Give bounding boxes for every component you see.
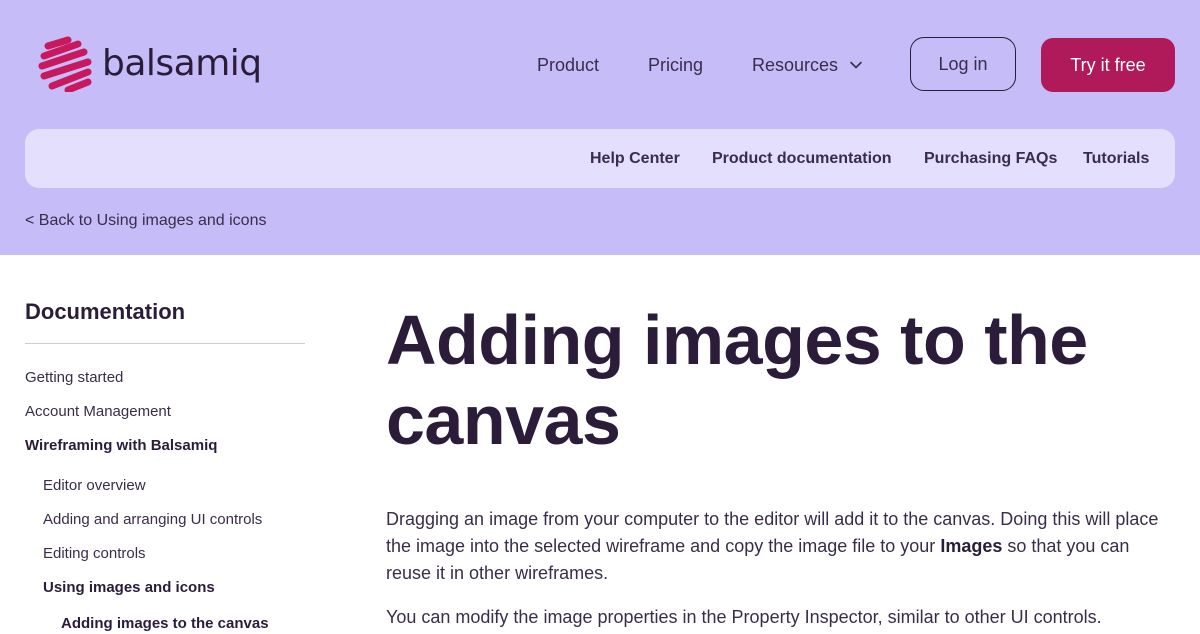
images-emphasis: Images [940,536,1003,556]
login-button[interactable]: Log in [910,37,1016,91]
sidebar-item-adding-images[interactable]: Adding images to the canvas [61,614,269,634]
sidebar-item-editing-controls[interactable]: Editing controls [43,544,146,564]
try-free-button[interactable]: Try it free [1041,38,1175,92]
subnav-help-center[interactable]: Help Center [590,149,680,169]
sidebar-item-account-management[interactable]: Account Management [25,402,171,422]
sidebar-item-wireframing[interactable]: Wireframing with Balsamiq [25,436,217,456]
nav-product[interactable]: Product [537,52,599,78]
help-subnav: Help Center Product documentation Purcha… [25,129,1175,188]
nav-pricing[interactable]: Pricing [648,52,703,78]
sidebar-item-adding-arranging[interactable]: Adding and arranging UI controls [43,510,262,530]
hero-header: balsamiq Product Pricing Resources Log i… [0,0,1200,255]
logo-text: balsamiq [102,43,262,84]
nav-resources[interactable]: Resources [752,52,838,78]
sidebar-item-images-icons[interactable]: Using images and icons [43,578,215,598]
sidebar-item-getting-started[interactable]: Getting started [25,368,123,388]
page-title: Adding images to the canvas [386,301,1088,459]
back-link[interactable]: < Back to Using images and icons [25,211,266,231]
sidebar-item-editor-overview[interactable]: Editor overview [43,476,146,496]
sidebar-title: Documentation [25,299,186,324]
subnav-tutorials[interactable]: Tutorials [1083,149,1149,169]
article-paragraph-1: Dragging an image from your computer to … [386,506,1176,587]
chevron-down-icon[interactable] [849,58,863,72]
sidebar-divider [25,343,305,344]
balsamiq-logo-icon [38,36,92,92]
subnav-product-documentation[interactable]: Product documentation [712,149,892,169]
logo[interactable]: balsamiq [38,36,262,92]
subnav-purchasing-faqs[interactable]: Purchasing FAQs [924,149,1057,169]
